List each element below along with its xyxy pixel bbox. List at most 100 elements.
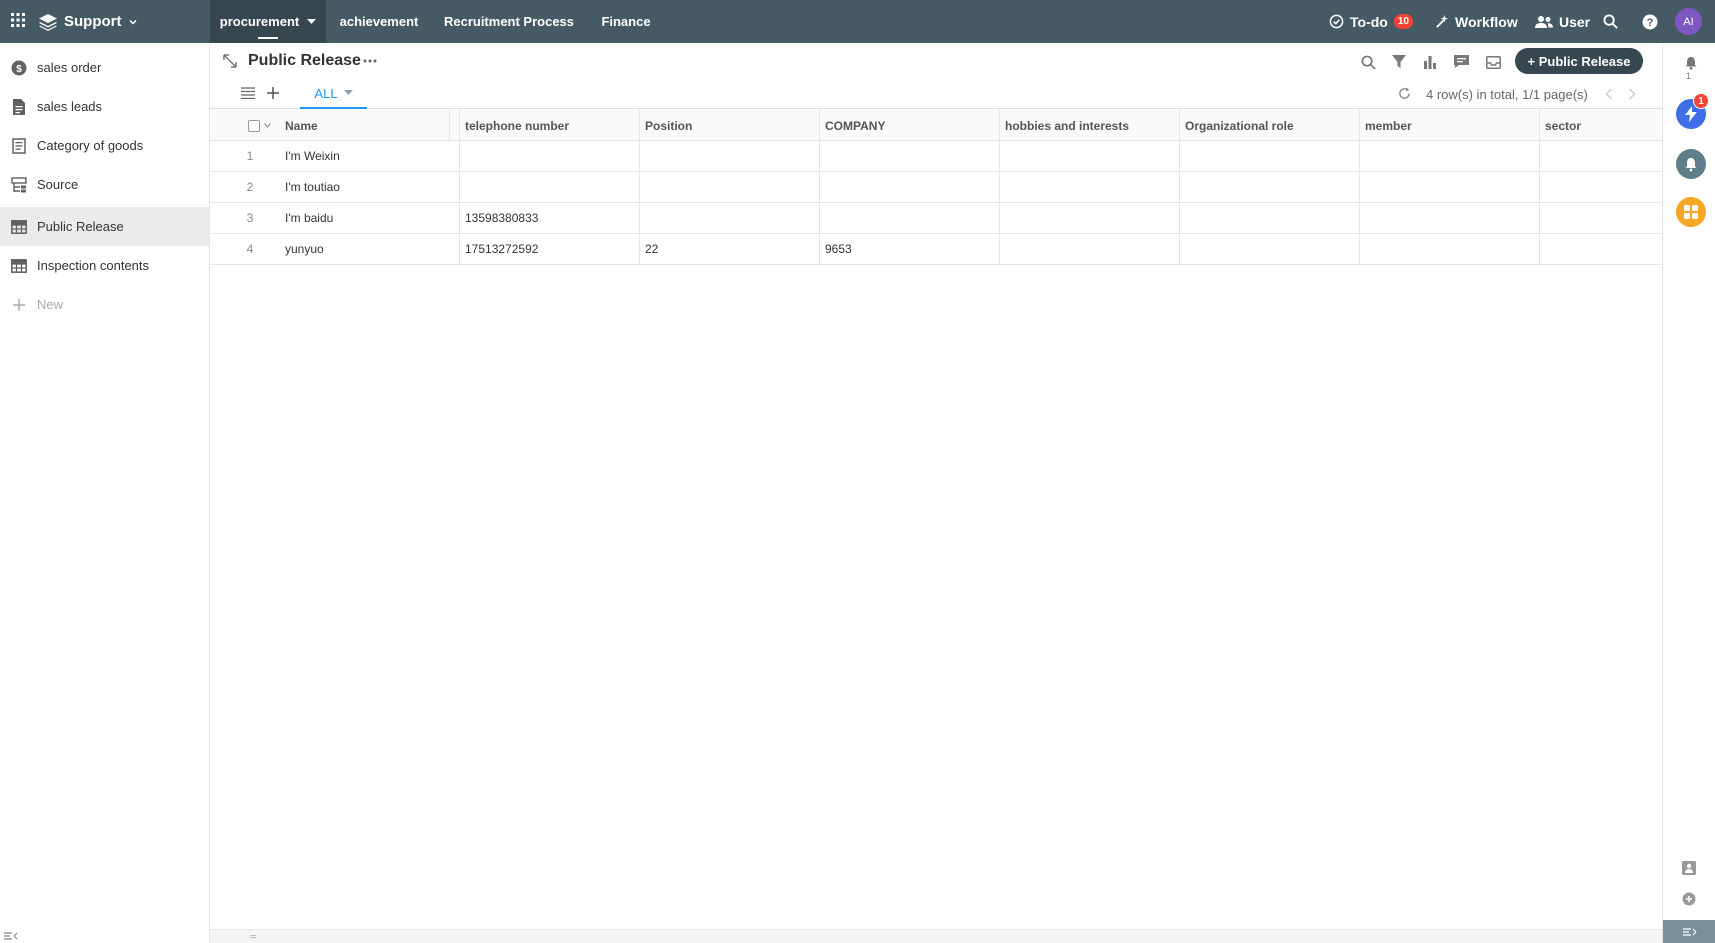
lightning-icon [1684, 106, 1698, 122]
cell-member[interactable] [1360, 203, 1540, 233]
cell-organizational-role[interactable] [1180, 234, 1360, 264]
user-label: User [1559, 13, 1591, 30]
filter-icon[interactable] [1389, 52, 1409, 72]
table-row[interactable]: 2 I'm toutiao [210, 172, 1662, 203]
tab-achievement[interactable]: achievement [332, 0, 426, 43]
alerts-button[interactable] [1676, 149, 1706, 179]
sidebar-item-source[interactable]: Source [0, 165, 209, 204]
cell-company[interactable] [820, 141, 1000, 171]
cell-position[interactable] [640, 203, 820, 233]
cell-sector[interactable] [1540, 141, 1662, 171]
workflow-button[interactable]: Workflow [1434, 0, 1518, 43]
cell-organizational-role[interactable] [1180, 141, 1360, 171]
column-header-name[interactable]: Name [280, 110, 450, 141]
row-number: 1 [246, 149, 254, 163]
cell-member[interactable] [1360, 234, 1540, 264]
apps-grid-icon[interactable] [4, 6, 32, 34]
sidebar-item-label: sales leads [37, 99, 103, 114]
cell-position[interactable] [640, 141, 820, 171]
cell-telephone[interactable] [460, 141, 640, 171]
drag-handle-icon[interactable] [250, 935, 256, 938]
todo-button[interactable]: To-do 10 [1329, 0, 1413, 43]
view-list-icon[interactable] [241, 87, 255, 99]
cell-position[interactable] [640, 172, 820, 202]
chevron-down-icon[interactable] [264, 123, 271, 128]
cell-sector[interactable] [1540, 172, 1662, 202]
help-icon[interactable]: ? [1642, 0, 1658, 43]
sidebar-item-public-release[interactable]: Public Release [0, 207, 209, 246]
user-button[interactable]: User [1535, 0, 1590, 43]
cell-telephone[interactable] [460, 172, 640, 202]
notification-count: 1 [1686, 71, 1692, 81]
more-options-icon[interactable] [363, 55, 377, 67]
table-row[interactable]: 3 I'm baidu 13598380833 [210, 203, 1662, 234]
tab-recruitment-process[interactable]: Recruitment Process [440, 0, 578, 43]
column-header-member[interactable]: member [1360, 110, 1540, 141]
collapse-sidebar-icon[interactable] [4, 931, 18, 941]
column-header-hobbies[interactable]: hobbies and interests [1000, 110, 1180, 141]
select-all-checkbox[interactable] [248, 120, 260, 132]
cell-name[interactable]: I'm baidu [280, 203, 460, 233]
cell-hobbies[interactable] [1000, 234, 1180, 264]
inbox-icon[interactable] [1483, 52, 1503, 72]
sidebar-item-inspection-contents[interactable]: Inspection contents [0, 246, 209, 285]
search-icon[interactable] [1603, 0, 1618, 43]
cell-sector[interactable] [1540, 234, 1662, 264]
column-header-telephone[interactable]: telephone number [460, 110, 640, 141]
add-view-icon[interactable] [267, 87, 279, 99]
cell-name[interactable]: I'm Weixin [280, 141, 460, 171]
cell-name[interactable]: I'm toutiao [280, 172, 460, 202]
cell-company[interactable]: 9653 [820, 234, 1000, 264]
cell-organizational-role[interactable] [1180, 172, 1360, 202]
cell-hobbies[interactable] [1000, 172, 1180, 202]
sidebar-item-label: sales order [37, 60, 102, 75]
column-header-organizational-role[interactable]: Organizational role [1180, 110, 1360, 141]
sidebar-new-item[interactable]: New [0, 285, 209, 324]
cell-name[interactable]: yunyuo [280, 234, 460, 264]
column-header-position[interactable]: Position [640, 110, 820, 141]
cell-telephone[interactable]: 13598380833 [460, 203, 640, 233]
tab-label: ALL [314, 85, 338, 101]
cell-member[interactable] [1360, 172, 1540, 202]
comment-icon[interactable] [1451, 52, 1471, 72]
column-header-sector[interactable]: sector [1540, 110, 1662, 141]
sidebar-item-sales-order[interactable]: $ sales order [0, 48, 209, 87]
cell-sector[interactable] [1540, 203, 1662, 233]
column-header-company[interactable]: COMPANY [820, 110, 1000, 141]
cell-organizational-role[interactable] [1180, 203, 1360, 233]
cell-telephone[interactable]: 17513272592 [460, 234, 640, 264]
add-public-release-button[interactable]: + Public Release [1515, 48, 1643, 74]
collapse-rail-button[interactable] [1663, 920, 1715, 943]
tab-all-view[interactable]: ALL [300, 79, 367, 109]
cell-member[interactable] [1360, 141, 1540, 171]
list-doc-icon [10, 137, 27, 154]
cell-hobbies[interactable] [1000, 203, 1180, 233]
caret-down-icon [343, 90, 353, 96]
tab-finance[interactable]: Finance [596, 0, 656, 43]
cell-company[interactable] [820, 203, 1000, 233]
users-icon [1535, 15, 1553, 29]
expand-icon[interactable] [223, 54, 237, 68]
sidebar-item-sales-leads[interactable]: sales leads [0, 87, 209, 126]
app-switcher[interactable]: Support [38, 0, 138, 43]
next-page-icon[interactable] [1628, 88, 1636, 100]
cell-company[interactable] [820, 172, 1000, 202]
sidebar-new-label: New [37, 297, 64, 312]
cell-position[interactable]: 22 [640, 234, 820, 264]
prev-page-icon[interactable] [1605, 88, 1613, 100]
chat-add-icon[interactable] [1682, 892, 1696, 906]
widgets-button[interactable] [1676, 197, 1706, 227]
tab-dropdown-icon [307, 18, 317, 25]
table-row[interactable]: 4 yunyuo 17513272592 22 9653 [210, 234, 1662, 265]
search-icon[interactable] [1358, 52, 1378, 72]
table-row[interactable]: 1 I'm Weixin [210, 141, 1662, 172]
bottom-scroll-bar[interactable] [210, 929, 1662, 943]
cell-hobbies[interactable] [1000, 141, 1180, 171]
avatar[interactable]: AI [1675, 8, 1702, 35]
sidebar-item-label: Source [37, 177, 79, 192]
bar-chart-icon[interactable] [1420, 52, 1440, 72]
contact-card-icon[interactable] [1682, 861, 1696, 875]
refresh-icon[interactable] [1398, 87, 1411, 100]
tab-procurement[interactable]: procurement [210, 0, 326, 43]
sidebar-item-category-of-goods[interactable]: Category of goods [0, 126, 209, 165]
